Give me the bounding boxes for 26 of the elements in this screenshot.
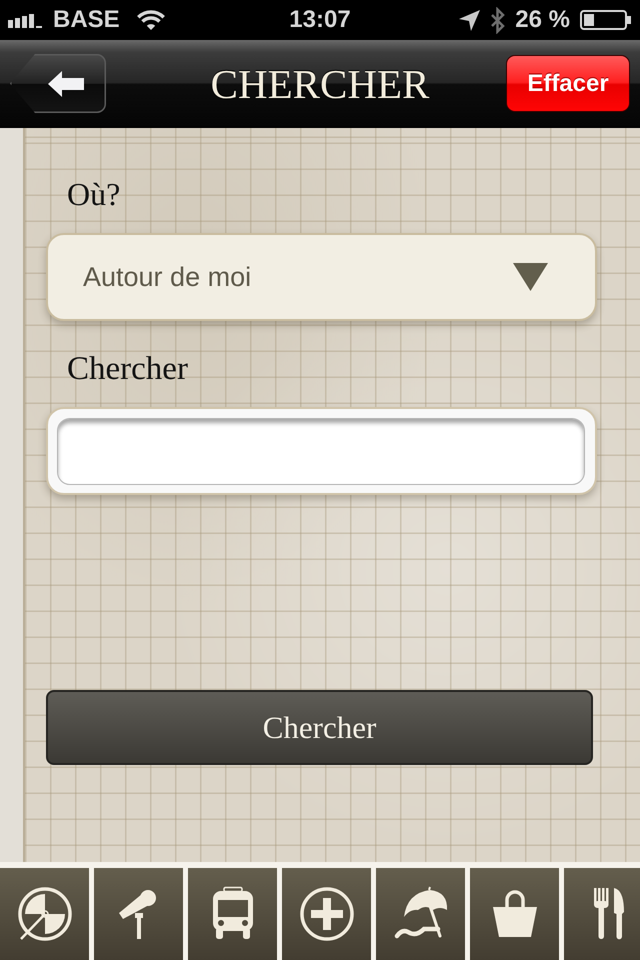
plus-circle-icon <box>298 886 354 942</box>
left-arrow-icon <box>48 70 84 96</box>
category-tab[interactable] <box>470 868 559 960</box>
screen-title: CHERCHER <box>210 60 430 108</box>
carrier-name: BASE <box>53 6 120 34</box>
category-tab[interactable] <box>564 868 640 960</box>
clear-button[interactable]: Effacer <box>506 55 630 112</box>
category-tab[interactable] <box>188 868 277 960</box>
category-tab[interactable] <box>0 868 89 960</box>
location-label: Où? <box>67 176 120 212</box>
dropdown-triangle-icon <box>513 263 548 291</box>
category-tab[interactable] <box>94 868 183 960</box>
category-tab[interactable] <box>376 868 465 960</box>
wifi-icon <box>134 9 167 31</box>
battery-icon <box>580 10 632 30</box>
bluetooth-icon <box>490 6 506 34</box>
category-tab[interactable] <box>282 868 371 960</box>
search-button[interactable]: Chercher <box>46 690 593 765</box>
location-arrow-icon <box>459 10 480 30</box>
search-label: Chercher <box>67 350 188 388</box>
clock-time: 13:07 <box>289 6 351 34</box>
search-field[interactable] <box>46 407 597 495</box>
location-dropdown[interactable]: Autour de moi <box>46 233 597 321</box>
back-button[interactable] <box>10 54 106 113</box>
battery-percent: 26 % <box>515 6 570 34</box>
quartered-circle-icon <box>16 886 72 942</box>
